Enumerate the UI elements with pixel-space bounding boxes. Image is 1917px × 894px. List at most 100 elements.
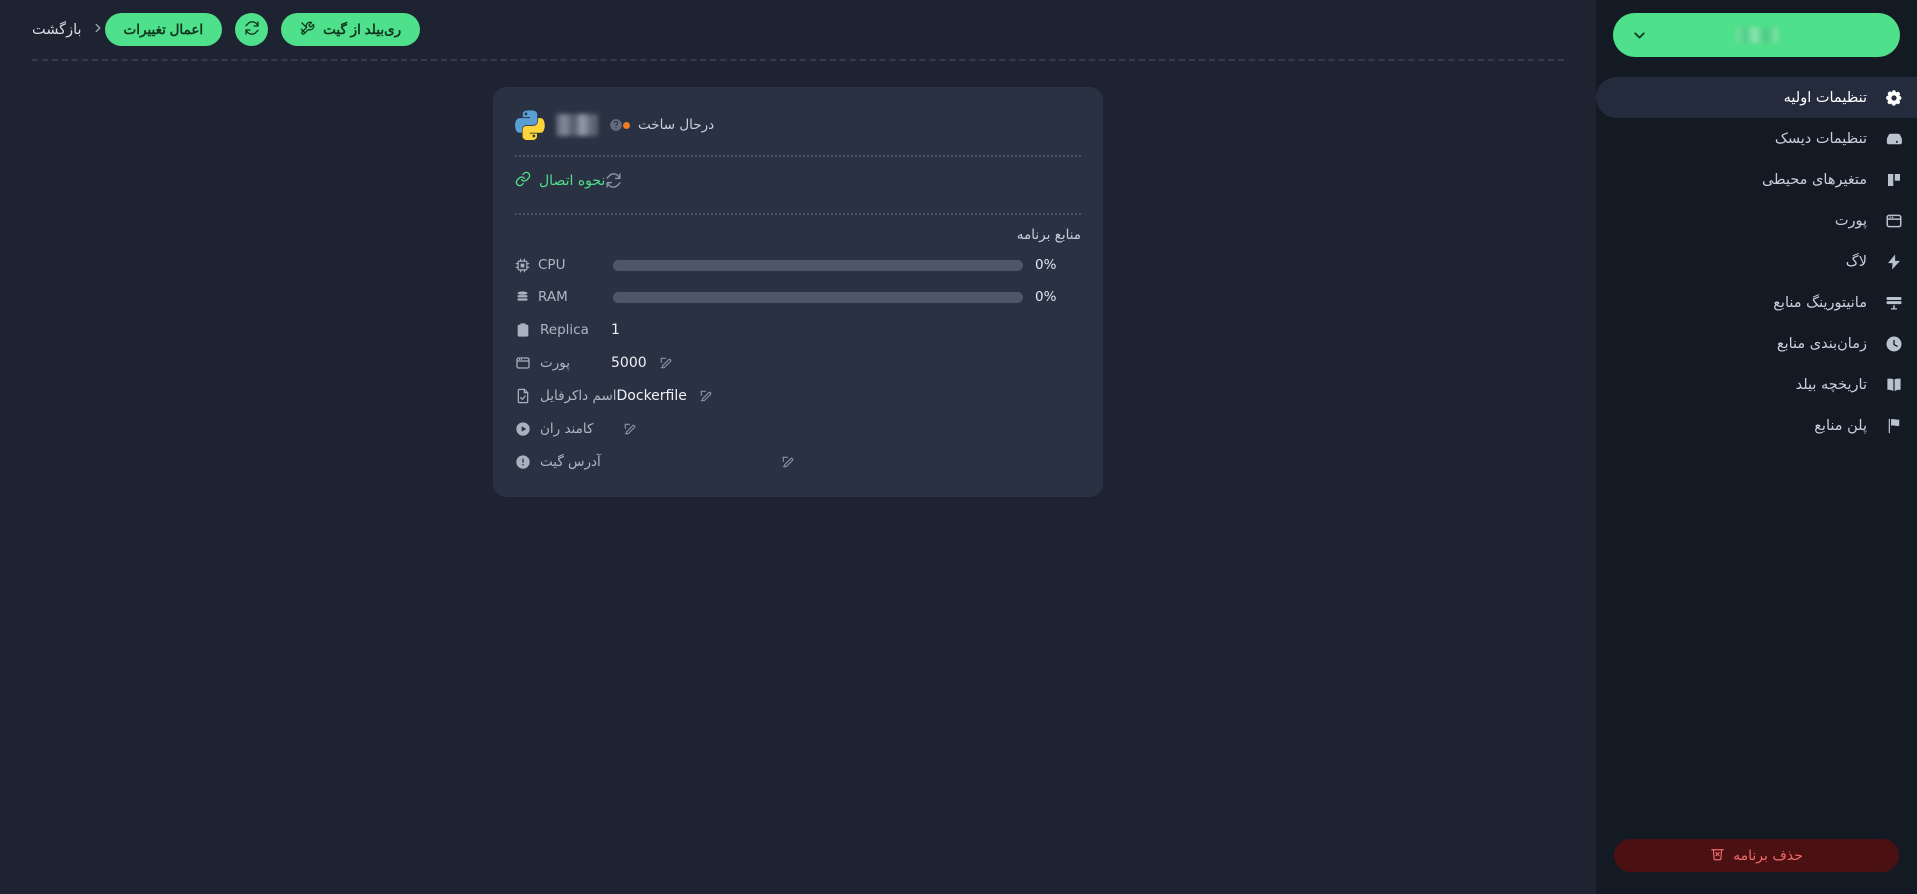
sidebar: تنظیمات اولیه تنظیمات دیسک متغیرهای محیط… bbox=[1596, 0, 1917, 894]
chevron-right-icon bbox=[91, 21, 105, 39]
card-header-identity bbox=[515, 110, 623, 141]
delete-app-button[interactable]: حذف برنامه bbox=[1614, 839, 1899, 872]
card-header: درحال ساخت bbox=[515, 104, 1081, 146]
resource-value-cpu: 0% bbox=[1035, 257, 1057, 273]
tools-icon bbox=[300, 21, 315, 39]
edit-dockerfile-icon[interactable] bbox=[699, 389, 713, 403]
build-status: درحال ساخت bbox=[623, 117, 714, 133]
clock-icon bbox=[1877, 335, 1911, 353]
sidebar-item-port[interactable]: پورت bbox=[1596, 200, 1917, 241]
sidebar-item-resource-monitoring[interactable]: مانیتورینگ منابع bbox=[1596, 282, 1917, 323]
edit-run-command-icon[interactable] bbox=[623, 422, 637, 436]
app-name-redacted bbox=[556, 114, 598, 136]
detail-name-replica: Replica bbox=[540, 321, 589, 338]
toolbar-divider bbox=[32, 59, 1564, 61]
resource-row-cpu: CPU 0% bbox=[515, 249, 1081, 281]
detail-label-port: پورت bbox=[515, 355, 611, 371]
detail-value-wrap-port: 5000 bbox=[611, 355, 673, 371]
detail-value-replica: 1 bbox=[611, 321, 620, 338]
workspace-selector-button[interactable] bbox=[1613, 13, 1900, 57]
clipboard-icon bbox=[515, 322, 531, 338]
detail-name-dockerfile: اسم داکرفایل bbox=[540, 387, 617, 404]
chevron-down-icon bbox=[1631, 27, 1648, 44]
detail-row-git-address: آدرس گیت bbox=[515, 445, 1081, 478]
link-icon bbox=[515, 171, 531, 191]
detail-name-port: پورت bbox=[540, 354, 570, 371]
detail-name-git-address: آدرس گیت bbox=[540, 453, 601, 470]
detail-value-wrap-dockerfile: Dockerfile bbox=[617, 388, 713, 404]
resource-label-ram: RAM bbox=[515, 289, 601, 305]
sidebar-item-label: متغیرهای محیطی bbox=[1761, 171, 1867, 188]
ram-icon bbox=[515, 290, 530, 305]
play-circle-icon bbox=[515, 421, 531, 437]
file-check-icon bbox=[515, 388, 531, 404]
refresh-icon bbox=[244, 20, 260, 39]
detail-label-git-address: آدرس گیت bbox=[515, 454, 611, 470]
detail-label-run-command: کامند ران bbox=[515, 421, 611, 437]
connection-row: نحوه اتصال bbox=[515, 157, 1081, 204]
cpu-icon bbox=[515, 258, 530, 273]
book-icon bbox=[1877, 376, 1911, 394]
sidebar-item-resource-scheduling[interactable]: زمان‌بندی منابع bbox=[1596, 323, 1917, 364]
resource-name-cpu: CPU bbox=[538, 257, 566, 273]
detail-row-dockerfile: اسم داکرفایل Dockerfile bbox=[515, 379, 1081, 412]
back-button[interactable]: بازگشت bbox=[32, 21, 105, 39]
browser-icon bbox=[515, 355, 531, 371]
delete-area: حذف برنامه bbox=[1596, 839, 1917, 894]
sidebar-item-label: تنظیمات دیسک bbox=[1774, 130, 1867, 147]
info-circle-icon bbox=[515, 454, 531, 470]
top-toolbar: بازگشت اعمال تغییرات bbox=[0, 0, 1596, 59]
detail-value-wrap-run-command bbox=[611, 422, 637, 436]
rebuild-from-git-button[interactable]: ری‌بیلد از گیت bbox=[281, 13, 421, 46]
flag-icon bbox=[1877, 417, 1911, 435]
monitor-icon bbox=[1877, 294, 1911, 312]
edit-git-address-icon[interactable] bbox=[781, 455, 795, 469]
sidebar-item-label: مانیتورینگ منابع bbox=[1773, 294, 1867, 311]
sidebar-item-resource-plan[interactable]: پلن منابع bbox=[1596, 405, 1917, 446]
gear-icon bbox=[1877, 89, 1911, 107]
git-address-redacted bbox=[611, 454, 769, 470]
resource-name-ram: RAM bbox=[538, 289, 568, 305]
sidebar-item-initial-settings[interactable]: تنظیمات اولیه bbox=[1596, 77, 1917, 118]
sidebar-item-log[interactable]: لاگ bbox=[1596, 241, 1917, 282]
edit-port-icon[interactable] bbox=[659, 356, 673, 370]
lightning-icon bbox=[1877, 253, 1911, 271]
resource-row-ram: RAM 0% bbox=[515, 281, 1081, 313]
connection-refresh-button[interactable] bbox=[605, 172, 622, 189]
help-circle-icon[interactable] bbox=[609, 118, 623, 132]
sidebar-item-label: تاریخچه بیلد bbox=[1795, 376, 1867, 393]
sidebar-item-label: تنظیمات اولیه bbox=[1783, 89, 1867, 106]
apply-changes-button[interactable]: اعمال تغییرات bbox=[104, 13, 223, 46]
sidebar-item-label: لاگ bbox=[1845, 253, 1867, 270]
resource-bar-cpu bbox=[613, 259, 1023, 271]
resources-section-title: منابع برنامه bbox=[1016, 227, 1081, 243]
toolbar-actions: اعمال تغییرات ری‌بیلد از گیت bbox=[104, 13, 421, 46]
connection-link[interactable]: نحوه اتصال bbox=[515, 171, 605, 191]
status-dot-icon bbox=[623, 121, 630, 129]
workspace-name-redacted bbox=[1735, 27, 1778, 43]
detail-row-run-command: کامند ران bbox=[515, 412, 1081, 445]
detail-row-replica: Replica 1 bbox=[515, 313, 1081, 346]
python-logo-icon bbox=[515, 110, 545, 141]
brand-area bbox=[1596, 0, 1917, 57]
sidebar-item-build-history[interactable]: تاریخچه بیلد bbox=[1596, 364, 1917, 405]
refresh-button[interactable] bbox=[235, 13, 269, 46]
status-label: درحال ساخت bbox=[638, 117, 715, 133]
detail-row-port: پورت 5000 bbox=[515, 346, 1081, 379]
sidebar-item-disk-settings[interactable]: تنظیمات دیسک bbox=[1596, 118, 1917, 159]
detail-value-port: 5000 bbox=[611, 354, 647, 371]
detail-name-run-command: کامند ران bbox=[540, 420, 594, 437]
rebuild-from-git-label: ری‌بیلد از گیت bbox=[323, 21, 402, 37]
browser-icon bbox=[1877, 212, 1911, 230]
sidebar-item-label: زمان‌بندی منابع bbox=[1776, 335, 1867, 352]
detail-label-replica: Replica bbox=[515, 322, 611, 338]
resource-label-cpu: CPU bbox=[515, 257, 601, 273]
card-area: درحال ساخت نحوه اتصال منابع برنامه CPU 0… bbox=[0, 61, 1596, 497]
detail-label-dockerfile: اسم داکرفایل bbox=[515, 388, 617, 404]
sidebar-nav: تنظیمات اولیه تنظیمات دیسک متغیرهای محیط… bbox=[1596, 77, 1917, 446]
sidebar-item-label: پورت bbox=[1834, 212, 1867, 229]
env-vars-icon bbox=[1877, 171, 1911, 189]
sidebar-item-env-vars[interactable]: متغیرهای محیطی bbox=[1596, 159, 1917, 200]
delete-app-label: حذف برنامه bbox=[1733, 847, 1803, 864]
